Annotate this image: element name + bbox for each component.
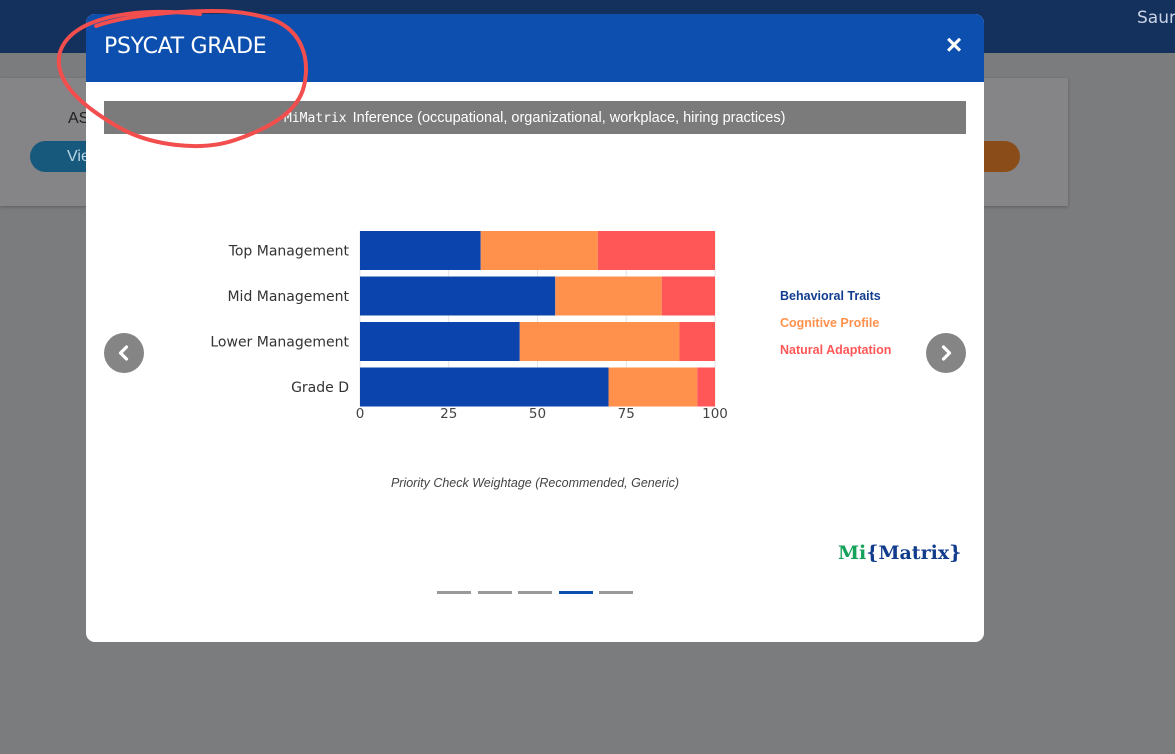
carousel-indicator[interactable]: [477, 591, 512, 594]
bar-segment: [360, 276, 556, 316]
chart-legend: Behavioral Traits Cognitive Profile Natura…: [780, 289, 891, 370]
chevron-left-icon: [118, 345, 129, 361]
x-tick-label: 100: [702, 406, 728, 422]
legend-item: Behavioral Traits: [780, 289, 881, 303]
x-tick-label: 75: [618, 406, 635, 422]
bar-segment: [697, 367, 715, 407]
mimatrix-logo: Mi{Matrix}: [838, 542, 962, 564]
legend-item: Natural Adaptation: [780, 343, 892, 357]
carousel-indicator[interactable]: [599, 591, 633, 594]
bar-segment: [360, 231, 481, 270]
bar-segment: [555, 276, 662, 316]
psycat-grade-modal: PSYCAT GRADE × MiMatrix Inference (occupa…: [86, 14, 984, 642]
category-label: Mid Management: [227, 289, 349, 305]
chevron-right-icon: [941, 345, 952, 361]
bar-segment: [597, 231, 715, 270]
x-tick-label: 25: [440, 406, 457, 422]
legend-item: Cognitive Profile: [780, 316, 880, 330]
carousel-indicator[interactable]: [558, 591, 593, 594]
category-label: Lower Management: [210, 335, 349, 351]
user-name[interactable]: Saur: [1137, 8, 1175, 28]
carousel-indicator[interactable]: [518, 591, 552, 594]
previous-slide-button[interactable]: [104, 333, 144, 373]
next-slide-button[interactable]: [926, 333, 966, 373]
category-label: Top Management: [228, 244, 350, 260]
chart-caption: Priority Check Weightage (Recommended, G…: [390, 476, 680, 490]
bar-segment: [679, 322, 715, 361]
x-tick-label: 0: [356, 406, 365, 422]
x-tick-label: 50: [529, 406, 546, 422]
category-label: Grade D: [291, 380, 349, 396]
bar-segment: [360, 322, 520, 361]
stacked-bar-chart: Top Management Mid Management Lower Manage…: [210, 231, 728, 422]
bar-segment: [661, 276, 715, 316]
bar-segment: [608, 367, 698, 407]
carousel-indicator[interactable]: [437, 591, 471, 594]
bar-segment: [480, 231, 598, 270]
bar-segment: [519, 322, 680, 361]
bar-segment: [360, 367, 609, 407]
